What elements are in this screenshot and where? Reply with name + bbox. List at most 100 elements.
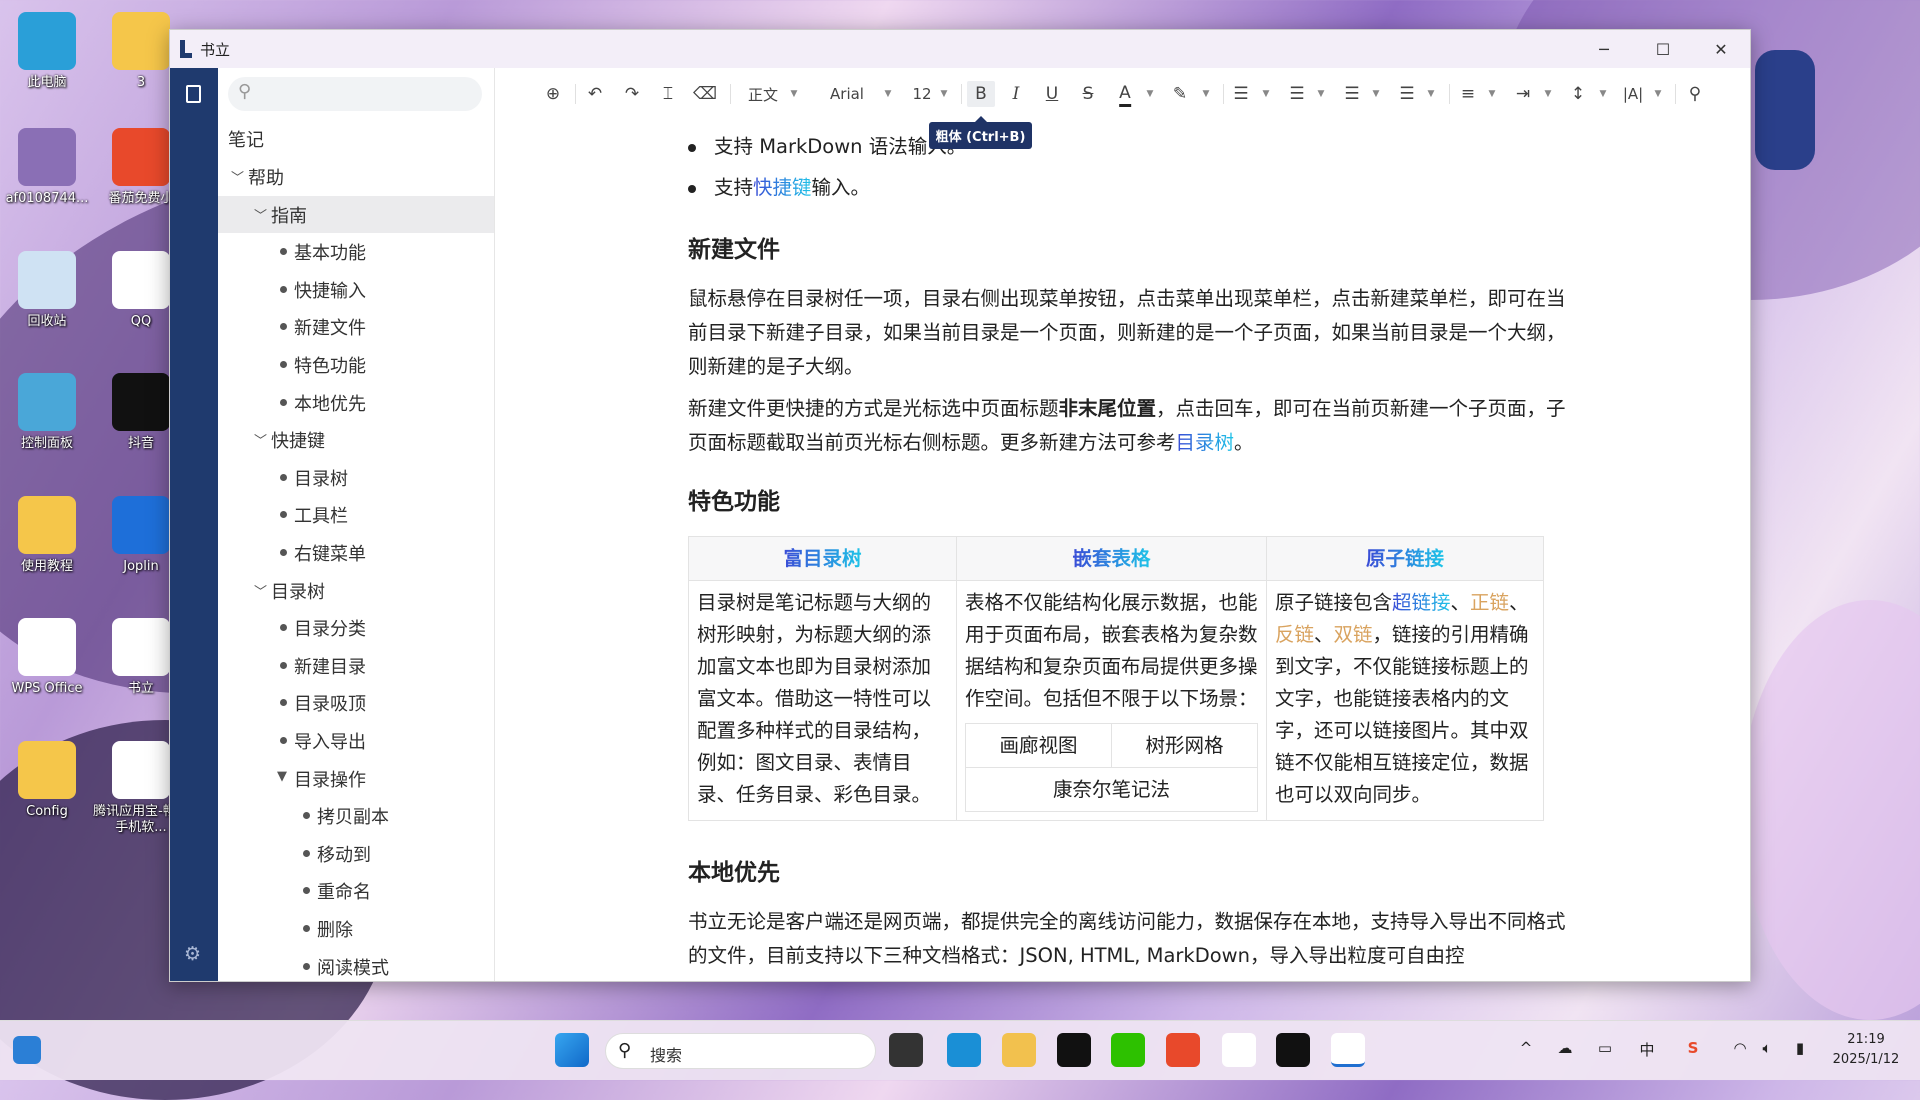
line-height-icon[interactable]: ↕ (1571, 81, 1585, 107)
italic-button[interactable]: I (1013, 81, 1020, 107)
onedrive-icon[interactable]: ☁ (1558, 1039, 1573, 1057)
minimize-button[interactable]: ─ (1581, 30, 1627, 68)
bullet-list-icon[interactable]: ☰ (1233, 81, 1248, 107)
douyin-icon[interactable] (1057, 1033, 1091, 1067)
chevron-down-icon[interactable]: ▼ (1489, 81, 1496, 107)
tree-item[interactable]: 移动到 (218, 835, 494, 872)
indent-icon[interactable]: ⇥ (1516, 81, 1530, 107)
chevron-down-icon[interactable]: ▼ (1655, 81, 1662, 107)
directory-tree-link[interactable]: 目录树 (1176, 431, 1235, 454)
tree-item[interactable]: ﹀ 指南 (218, 195, 494, 233)
chevron-down-icon[interactable]: ▼ (1318, 81, 1325, 107)
font-color-button[interactable]: A (1119, 81, 1131, 107)
desktop-icon[interactable]: 控制面板 (0, 373, 95, 452)
volume-icon[interactable]: 🔈︎ (1762, 1039, 1771, 1057)
hyperlink-link[interactable]: 超链接 (1392, 591, 1451, 614)
shortcut-link[interactable]: 快捷键 (753, 176, 812, 199)
tree-item[interactable]: ﹀ 快捷键 (218, 421, 494, 458)
strikethrough-button[interactable]: S (1083, 81, 1094, 107)
tree-item[interactable]: 拷贝副本 (218, 797, 494, 834)
chevron-down-icon[interactable]: ﹀ (254, 581, 267, 600)
tablet-icon[interactable]: ▭ (1598, 1039, 1612, 1057)
tree-search-input[interactable]: ⚲ (228, 77, 482, 111)
tree-item[interactable]: 特色功能 (218, 346, 494, 383)
underline-button[interactable]: U (1046, 81, 1058, 107)
file-explorer-icon[interactable] (1002, 1033, 1036, 1067)
desktop-icon[interactable]: 回收站 (0, 251, 95, 330)
chevron-down-icon[interactable]: ▼ (1545, 81, 1552, 107)
bi-link[interactable]: 双链 (1334, 623, 1373, 646)
ime-indicator[interactable]: 中 (1639, 1039, 1654, 1060)
tree-item[interactable]: 右键菜单 (218, 534, 494, 571)
header-link[interactable]: 富目录树 (783, 547, 861, 570)
tree-item[interactable]: 新建目录 (218, 647, 494, 684)
list-style-icon[interactable]: ☰ (1399, 81, 1414, 107)
start-icon[interactable] (555, 1033, 589, 1067)
wechat-icon[interactable] (1111, 1033, 1145, 1067)
tree-item[interactable]: 目录树 (218, 459, 494, 496)
desktop-icon[interactable]: 使用教程 (0, 496, 95, 575)
task-list-icon[interactable]: ☰ (1344, 81, 1359, 107)
sogou-ime-icon[interactable]: S (1688, 1039, 1699, 1057)
tree-item[interactable]: 快捷输入 (218, 271, 494, 308)
douyin-icon[interactable] (1276, 1033, 1310, 1067)
bold-button[interactable]: B (967, 81, 995, 107)
title-bar[interactable]: 书立 ─ ☐ ✕ (170, 30, 1750, 68)
tree-item[interactable]: 新建文件 (218, 308, 494, 345)
numbered-list-icon[interactable]: ☰ (1289, 81, 1304, 107)
chevron-down-icon[interactable]: ▼ (1428, 81, 1435, 107)
edge-icon[interactable] (947, 1033, 981, 1067)
chevron-down-icon[interactable]: ▼ (941, 81, 948, 107)
tree-item[interactable]: 阅读模式 (218, 948, 494, 981)
tree-item[interactable]: 工具栏 (218, 496, 494, 533)
paragraph-style-select[interactable]: 正文 (748, 81, 778, 107)
close-button[interactable]: ✕ (1698, 30, 1744, 68)
qq-icon[interactable] (1222, 1033, 1256, 1067)
tree-item[interactable]: 删除 (218, 910, 494, 947)
desktop-icon[interactable]: WPS Office (0, 618, 95, 697)
tray-chevron-icon[interactable]: ^ (1520, 1039, 1533, 1057)
header-link[interactable]: 原子链接 (1366, 547, 1444, 570)
chevron-down-icon[interactable]: ﹀ (254, 205, 267, 224)
undo-icon[interactable]: ↶ (588, 81, 602, 107)
battery-icon[interactable]: ▮ (1796, 1039, 1804, 1057)
widgets-icon[interactable] (13, 1036, 41, 1064)
font-size-select[interactable]: 12 (912, 81, 931, 107)
tree-item[interactable]: 重命名 (218, 872, 494, 909)
taskbar-search[interactable]: ⚲ 搜索 (605, 1033, 876, 1069)
chevron-down-icon[interactable]: ▼ (791, 81, 798, 107)
maximize-button[interactable]: ☐ (1640, 30, 1686, 68)
task-view-icon[interactable] (889, 1033, 923, 1067)
chevron-down-icon[interactable]: ﹀ (254, 430, 267, 449)
back-link[interactable]: 反链 (1275, 623, 1314, 646)
chevron-down-icon[interactable]: ▼ (1600, 81, 1607, 107)
weibo-icon[interactable] (1166, 1033, 1200, 1067)
settings-icon[interactable]: ⚙ (184, 943, 201, 965)
redo-icon[interactable]: ↷ (625, 81, 639, 107)
highlight-icon[interactable]: ✎ (1173, 81, 1187, 107)
wifi-icon[interactable]: ◠ (1733, 1039, 1746, 1057)
tree-item[interactable]: ▼ 目录操作 (218, 760, 494, 797)
desktop-icon[interactable]: Config (0, 741, 95, 820)
tree-root[interactable]: 笔记 (218, 120, 494, 157)
tree-item[interactable]: ﹀ 帮助 (218, 158, 494, 195)
chevron-down-icon[interactable]: ﹀ (231, 167, 244, 186)
font-select[interactable]: Arial (830, 81, 864, 107)
search-icon[interactable]: ⚲ (1689, 81, 1701, 107)
chevron-down-icon[interactable]: ▼ (1203, 81, 1210, 107)
notes-icon[interactable] (186, 85, 201, 103)
chevron-down-icon[interactable]: ▼ (1263, 81, 1270, 107)
tree-item[interactable]: 目录吸顶 (218, 684, 494, 721)
tree-item[interactable]: ﹀ 目录树 (218, 572, 494, 609)
align-icon[interactable]: ≡ (1461, 81, 1475, 107)
tree-item[interactable]: 导入导出 (218, 722, 494, 759)
clock[interactable]: 21:19 2025/1/12 (1820, 1030, 1912, 1070)
desktop-icon[interactable]: af0108744... (0, 128, 95, 207)
tree-item[interactable]: 本地优先 (218, 384, 494, 421)
tree-item[interactable]: 基本功能 (218, 233, 494, 270)
clear-format-icon[interactable]: ⌫ (693, 81, 717, 107)
header-link[interactable]: 嵌套表格 (1072, 547, 1150, 570)
tree-item[interactable]: 目录分类 (218, 609, 494, 646)
chevron-down-icon[interactable]: ▼ (1373, 81, 1380, 107)
desktop-icon[interactable]: 此电脑 (0, 12, 95, 91)
